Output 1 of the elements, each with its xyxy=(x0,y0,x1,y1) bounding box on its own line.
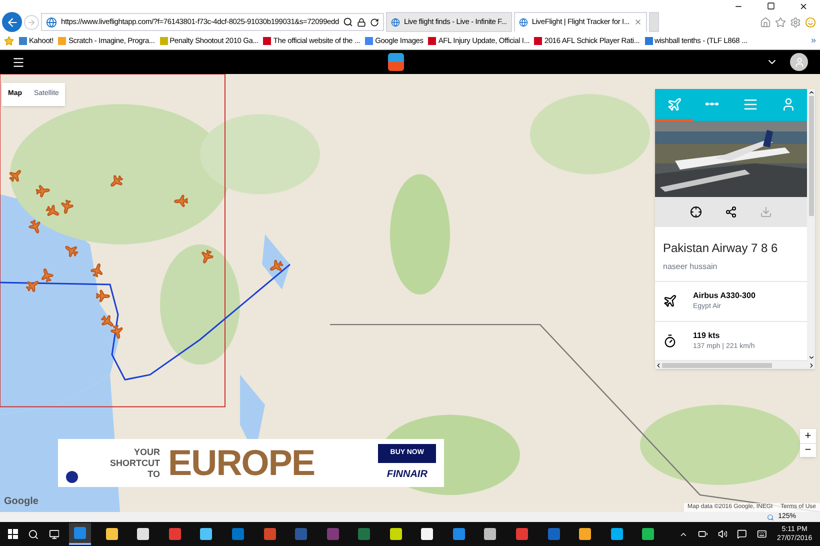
more-favorites[interactable]: » xyxy=(810,34,816,48)
